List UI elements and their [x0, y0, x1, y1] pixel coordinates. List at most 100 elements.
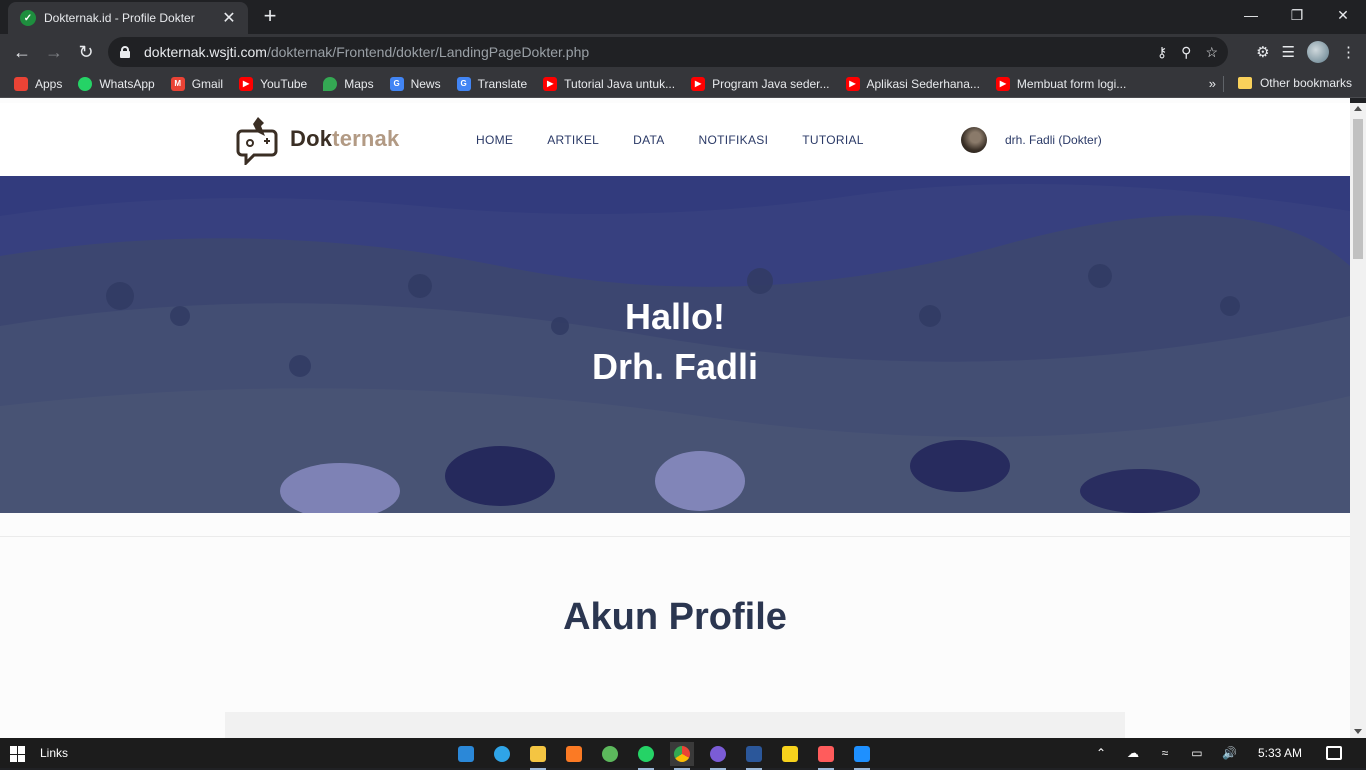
news-icon: G: [389, 76, 404, 91]
onedrive-icon[interactable]: ☁: [1126, 746, 1140, 760]
nav-tutorial[interactable]: TUTORIAL: [802, 133, 864, 147]
tab-title: Dokternak.id - Profile Dokter: [44, 11, 195, 25]
media-player-icon[interactable]: [850, 742, 874, 770]
terminal-icon[interactable]: [598, 742, 622, 766]
bookmark-apps[interactable]: Apps: [14, 76, 63, 91]
section-divider: [0, 536, 1350, 537]
zoom-icon[interactable]: ⚲: [1181, 44, 1191, 61]
lock-icon[interactable]: [120, 46, 130, 58]
bookmark-program-java[interactable]: ▶ Program Java seder...: [691, 76, 830, 91]
youtube-icon: ▶: [543, 76, 558, 91]
hero-overlay: [0, 176, 1350, 513]
bookmark-label: Aplikasi Sederhana...: [866, 76, 980, 91]
browser-tab[interactable]: ✓ Dokternak.id - Profile Dokter ✕: [8, 2, 248, 34]
windows-taskbar: Links ⌃ ☁ ≈ ▭ 🔊 5:33 AM: [0, 738, 1366, 770]
chrome-menu-icon[interactable]: ⋮: [1341, 43, 1356, 61]
bookmark-label: Gmail: [191, 76, 224, 91]
bookmark-label: Program Java seder...: [712, 76, 830, 91]
edge-icon[interactable]: [490, 742, 514, 766]
bookmark-membuat-form[interactable]: ▶ Membuat form logi...: [995, 76, 1127, 91]
logo-mark-icon: [236, 117, 278, 165]
password-key-icon[interactable]: ⚷: [1157, 44, 1167, 61]
restore-button[interactable]: ❐: [1274, 0, 1320, 30]
windows-start-icon[interactable]: [10, 746, 26, 762]
sublime-icon[interactable]: [814, 742, 838, 770]
bookmark-maps[interactable]: Maps: [323, 76, 374, 91]
reload-button[interactable]: ↻: [72, 38, 100, 66]
page-scrollbar[interactable]: [1350, 103, 1366, 738]
media-control-icon[interactable]: ☰: [1282, 43, 1295, 61]
other-bookmarks[interactable]: Other bookmarks: [1237, 76, 1352, 90]
minimize-button[interactable]: —: [1228, 0, 1274, 30]
logo-text: Dokternak: [290, 126, 399, 152]
site-logo[interactable]: Dokternak: [236, 113, 399, 165]
battery-icon[interactable]: ▭: [1190, 746, 1204, 760]
bookmark-whatsapp[interactable]: WhatsApp: [78, 76, 155, 91]
bookmark-youtube[interactable]: ▶ YouTube: [239, 76, 307, 91]
address-bar[interactable]: dokternak.wsjti.com/dokternak/Frontend/d…: [108, 37, 1228, 67]
main-nav: HOME ARTIKEL DATA NOTIFIKASI TUTORIAL: [476, 133, 864, 147]
tab-close-icon[interactable]: ✕: [220, 8, 238, 28]
scroll-up-icon[interactable]: [1354, 106, 1362, 111]
apps-grid-icon: [14, 76, 28, 91]
user-name: drh. Fadli (Dokter): [1005, 133, 1102, 147]
chevron-up-icon[interactable]: ⌃: [1094, 746, 1108, 760]
nav-notifikasi[interactable]: NOTIFIKASI: [699, 133, 769, 147]
volume-icon[interactable]: 🔊: [1222, 746, 1237, 760]
new-tab-button[interactable]: +: [258, 5, 282, 29]
logo-text-dark: Dok: [290, 126, 333, 151]
bookmarks-overflow-button[interactable]: »: [1209, 76, 1216, 91]
sticky-notes-icon[interactable]: [778, 742, 802, 766]
close-window-button[interactable]: ✕: [1320, 0, 1366, 30]
word-icon[interactable]: [742, 742, 766, 770]
scroll-down-icon[interactable]: [1354, 729, 1362, 734]
bookmark-tutorial-java[interactable]: ▶ Tutorial Java untuk...: [543, 76, 676, 91]
file-explorer-icon[interactable]: [526, 742, 550, 770]
system-tray: ⌃ ☁ ≈ ▭ 🔊 5:33 AM: [1094, 738, 1366, 768]
url-host: dokternak.wsjti.com: [144, 44, 267, 60]
youtube-icon: ▶: [691, 76, 706, 91]
forward-button[interactable]: →: [40, 38, 68, 66]
app-icon[interactable]: [706, 742, 730, 770]
bookmark-translate[interactable]: G Translate: [456, 76, 528, 91]
clock[interactable]: 5:33 AM: [1258, 746, 1302, 760]
hero-doctor-name: Drh. Fadli: [591, 346, 758, 387]
youtube-icon: ▶: [845, 76, 860, 91]
notification-icon[interactable]: [1326, 746, 1342, 760]
bookmark-gmail[interactable]: M Gmail: [170, 76, 224, 91]
page-viewport: Dokternak HOME ARTIKEL DATA NOTIFIKASI T…: [0, 98, 1350, 738]
whatsapp-icon[interactable]: [634, 742, 658, 770]
user-menu[interactable]: drh. Fadli (Dokter): [961, 127, 1102, 153]
wifi-icon[interactable]: ≈: [1158, 746, 1172, 760]
bookmark-aplikasi-sederhana[interactable]: ▶ Aplikasi Sederhana...: [845, 76, 980, 91]
bookmark-label: Maps: [344, 76, 374, 91]
nav-artikel[interactable]: ARTIKEL: [547, 133, 599, 147]
bookmark-news[interactable]: G News: [389, 76, 441, 91]
bookmark-label: Apps: [35, 76, 63, 91]
browser-tabstrip: ✓ Dokternak.id - Profile Dokter ✕ + — ❐ …: [0, 0, 1366, 34]
profile-avatar-icon[interactable]: [1307, 41, 1329, 63]
scroll-thumb[interactable]: [1353, 119, 1363, 259]
extensions-icon[interactable]: ⚙: [1256, 43, 1269, 61]
back-button[interactable]: ←: [8, 38, 36, 66]
nav-home[interactable]: HOME: [476, 133, 513, 147]
translate-icon: G: [456, 76, 471, 91]
bookmark-label: News: [410, 76, 441, 91]
bookmark-label: Membuat form logi...: [1016, 76, 1127, 91]
bookmarks-bar: Apps WhatsApp M Gmail ▶ YouTube Maps G News…: [0, 70, 1366, 98]
youtube-icon: ▶: [239, 76, 254, 91]
section-title: Akun Profile: [563, 596, 787, 638]
bookmark-label: WhatsApp: [99, 76, 155, 91]
bookmark-label: Translate: [477, 76, 528, 91]
folder-icon: [1237, 77, 1252, 89]
hero-greeting: Hallo!: [624, 296, 725, 337]
xampp-icon[interactable]: [562, 742, 586, 766]
tab-favicon-icon: ✓: [20, 10, 36, 26]
taskbar-links[interactable]: Links: [40, 746, 68, 760]
bookmark-star-icon[interactable]: ☆: [1205, 44, 1218, 61]
nav-data[interactable]: DATA: [633, 133, 664, 147]
tile-icon[interactable]: [454, 742, 478, 766]
bookmark-label: Tutorial Java untuk...: [564, 76, 676, 91]
site-header: Dokternak HOME ARTIKEL DATA NOTIFIKASI T…: [0, 103, 1350, 176]
chrome-icon[interactable]: [670, 742, 694, 770]
